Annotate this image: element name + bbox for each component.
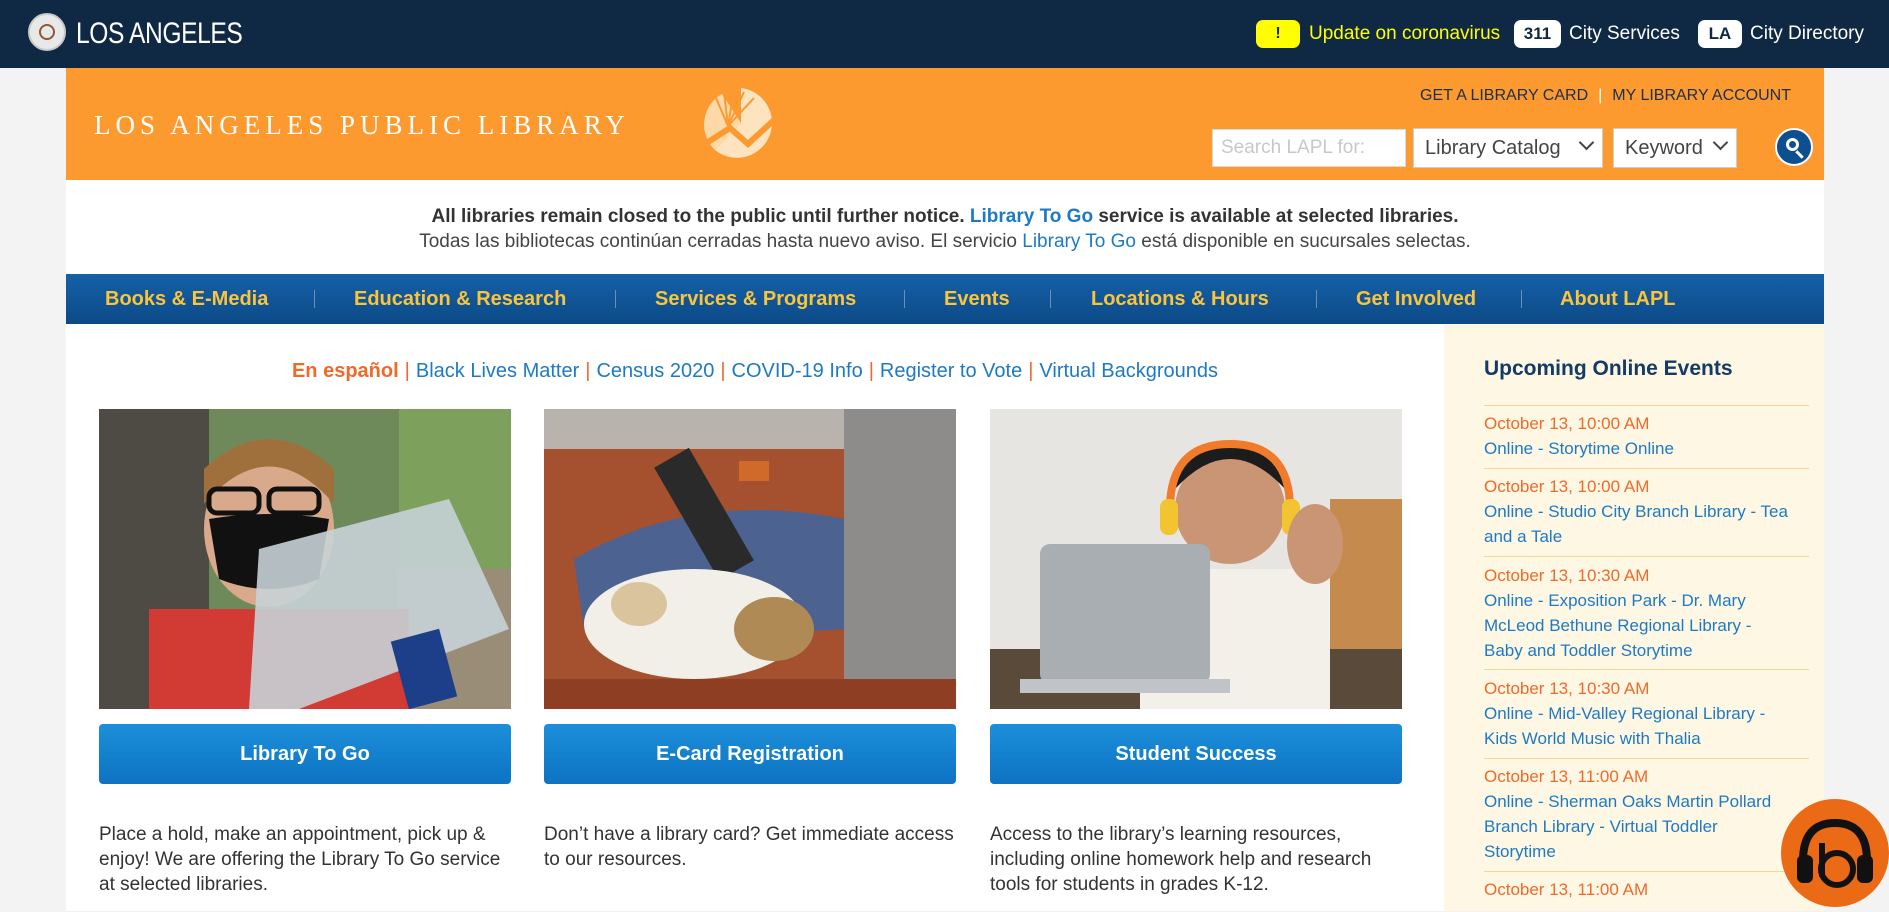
- chevron-down-icon: [1578, 134, 1595, 151]
- search-scope-value: Library Catalog: [1425, 137, 1561, 159]
- event-date: October 13, 10:30 AM: [1484, 566, 1650, 585]
- library-to-go-image[interactable]: [99, 409, 511, 709]
- city-name-link[interactable]: LOS ANGELES: [76, 16, 243, 52]
- search-type-value: Keyword: [1625, 137, 1703, 159]
- ecard-registration-image[interactable]: [544, 409, 956, 709]
- covid-alert-badge: !: [1256, 20, 1300, 48]
- account-links: GET A LIBRARY CARD | MY LIBRARY ACCOUNT: [1420, 85, 1791, 107]
- student-success-description: Access to the library’s learning resourc…: [990, 824, 1372, 895]
- city-seal-icon[interactable]: [28, 13, 66, 51]
- event-link[interactable]: Online - Storytime Online: [1484, 436, 1814, 461]
- upcoming-events-sidebar: Upcoming Online Events October 13, 10:00…: [1444, 324, 1824, 911]
- library-header: LOS ANGELES PUBLIC LIBRARY GET A LIBRARY…: [66, 68, 1824, 180]
- la-directory-badge: LA: [1698, 20, 1742, 48]
- search-scope-select[interactable]: Library Catalog: [1413, 128, 1603, 168]
- census-2020-link[interactable]: Census 2020: [596, 360, 714, 382]
- events-heading: Upcoming Online Events: [1484, 357, 1733, 380]
- main-navigation: Books & E-Media Education & Research Ser…: [66, 274, 1824, 324]
- event-link[interactable]: Online - Mid-Valley Regional Library - Ki…: [1484, 701, 1814, 751]
- search-input[interactable]: Search LAPL for:: [1212, 129, 1406, 167]
- event-date: October 13, 10:30 AM: [1484, 679, 1650, 698]
- city-services-link[interactable]: City Services: [1569, 21, 1680, 47]
- ecard-registration-description: Don’t have a library card? Get immediate…: [544, 824, 954, 870]
- search-button[interactable]: [1775, 128, 1813, 166]
- nav-get-involved[interactable]: Get Involved: [1356, 274, 1476, 324]
- city-top-bar: LOS ANGELES ! Update on coronavirus 311 …: [0, 0, 1889, 68]
- services-311-badge: 311: [1514, 20, 1561, 48]
- nav-events[interactable]: Events: [944, 274, 1010, 324]
- quick-links: En español | Black Lives Matter | Census 202…: [291, 360, 1219, 382]
- library-to-go-button[interactable]: Library To Go: [99, 724, 511, 784]
- divider: |: [1598, 87, 1603, 104]
- ecard-registration-button[interactable]: E-Card Registration: [544, 724, 956, 784]
- my-library-account-link[interactable]: MY LIBRARY ACCOUNT: [1612, 87, 1791, 104]
- nav-education-research[interactable]: Education & Research: [354, 274, 566, 324]
- library-to-go-link-es[interactable]: Library To Go: [1022, 231, 1136, 252]
- register-to-vote-link[interactable]: Register to Vote: [880, 360, 1022, 382]
- library-to-go-link[interactable]: Library To Go: [970, 206, 1093, 227]
- closure-notice: All libraries remain closed to the publi…: [66, 180, 1824, 274]
- get-library-card-link[interactable]: GET A LIBRARY CARD: [1420, 87, 1588, 104]
- event-date: October 13, 11:00 AM: [1484, 880, 1649, 899]
- city-directory-link[interactable]: City Directory: [1750, 21, 1864, 47]
- covid-update-link[interactable]: Update on coronavirus: [1309, 21, 1500, 47]
- student-success-image[interactable]: [990, 409, 1402, 709]
- library-sun-logo-icon[interactable]: [702, 84, 780, 162]
- nav-about-lapl[interactable]: About LAPL: [1560, 274, 1676, 324]
- nav-books-emedia[interactable]: Books & E-Media: [105, 274, 268, 324]
- covid-info-link[interactable]: COVID-19 Info: [732, 360, 863, 382]
- library-wordmark[interactable]: LOS ANGELES PUBLIC LIBRARY: [94, 110, 630, 140]
- nav-services-programs[interactable]: Services & Programs: [655, 274, 856, 324]
- event-link[interactable]: Online - Studio City Branch Library - Te…: [1484, 499, 1814, 549]
- event-link[interactable]: Online - Exposition Park - Dr. Mary McLeo…: [1484, 588, 1814, 663]
- library-to-go-description: Place a hold, make an appointment, pick …: [99, 824, 501, 895]
- virtual-backgrounds-link[interactable]: Virtual Backgrounds: [1039, 360, 1218, 382]
- main-content: En español | Black Lives Matter | Census 202…: [66, 324, 1444, 911]
- headphones-icon: [1797, 818, 1873, 888]
- chevron-down-icon: [1712, 134, 1729, 151]
- spanish-link[interactable]: En español: [292, 360, 399, 382]
- nav-locations-hours[interactable]: Locations & Hours: [1091, 274, 1269, 324]
- accessibility-assistant-button[interactable]: [1781, 799, 1889, 907]
- student-success-button[interactable]: Student Success: [990, 724, 1402, 784]
- notice-spanish: Todas las bibliotecas continúan cerradas…: [419, 231, 1471, 252]
- event-date: October 13, 10:00 AM: [1484, 477, 1650, 496]
- notice-english: All libraries remain closed to the publi…: [431, 206, 1459, 227]
- event-link[interactable]: Online - Sherman Oaks Martin Pollard Bran…: [1484, 789, 1814, 864]
- search-type-select[interactable]: Keyword: [1613, 128, 1737, 168]
- event-date: October 13, 10:00 AM: [1484, 414, 1650, 433]
- black-lives-matter-link[interactable]: Black Lives Matter: [416, 360, 579, 382]
- event-date: October 13, 11:00 AM: [1484, 767, 1649, 786]
